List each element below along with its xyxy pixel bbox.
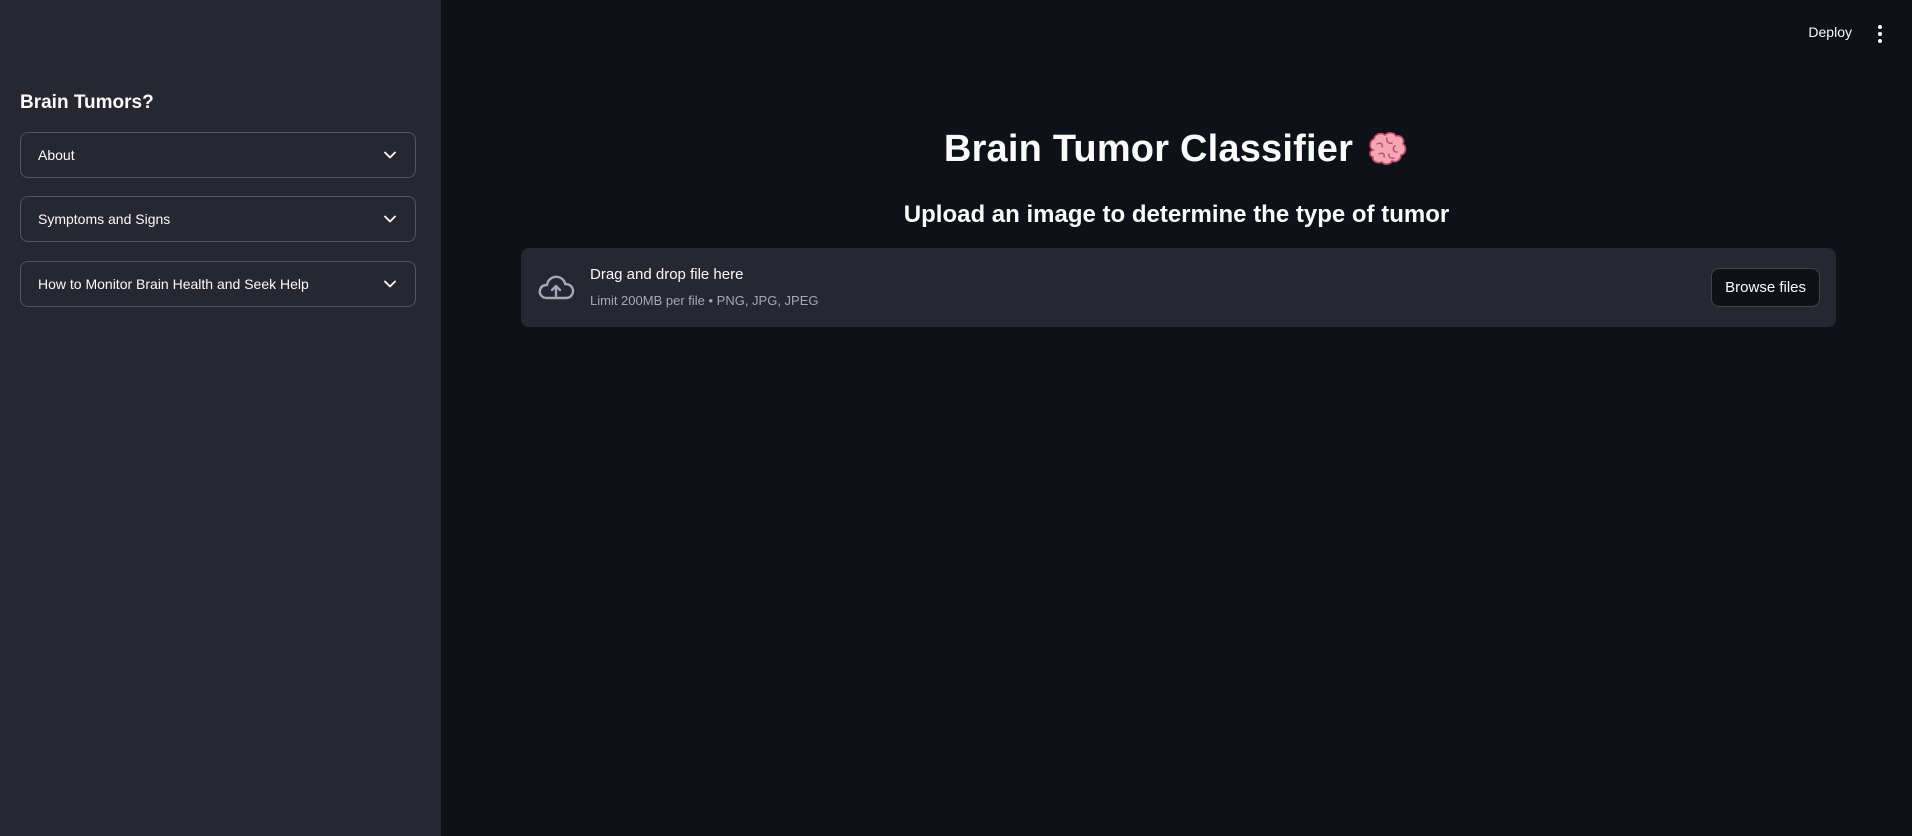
expander-label: How to Monitor Brain Health and Seek Hel… — [38, 276, 309, 292]
dropzone-title: Drag and drop file here — [590, 266, 744, 283]
expander-about[interactable]: About — [20, 132, 416, 178]
expander-monitor-brain-health[interactable]: How to Monitor Brain Health and Seek Hel… — [20, 261, 416, 307]
chevron-down-icon — [383, 148, 397, 162]
chevron-down-icon — [383, 212, 397, 226]
browse-files-button[interactable]: Browse files — [1711, 268, 1820, 307]
page-subtitle: Upload an image to determine the type of… — [903, 201, 1450, 228]
sidebar: Brain Tumors? About Symptoms and Signs H… — [0, 0, 441, 836]
expander-symptoms[interactable]: Symptoms and Signs — [20, 196, 416, 242]
kebab-menu-icon[interactable] — [1872, 24, 1888, 44]
deploy-button[interactable]: Deploy — [1808, 24, 1852, 40]
file-uploader-dropzone[interactable]: Drag and drop file here Limit 200MB per … — [521, 248, 1836, 327]
cloud-upload-icon — [538, 275, 575, 300]
main-content: Deploy Brain Tumor Classifier Upload an … — [441, 0, 1912, 836]
expander-label: Symptoms and Signs — [38, 211, 171, 227]
brain-emoji-icon — [1369, 131, 1407, 165]
expander-label: About — [38, 147, 75, 163]
sidebar-title: Brain Tumors? — [20, 92, 154, 113]
page-title-row: Brain Tumor Classifier — [441, 128, 1912, 171]
app: Brain Tumors? About Symptoms and Signs H… — [0, 0, 1912, 836]
page-title: Brain Tumor Classifier — [943, 128, 1354, 170]
chevron-down-icon — [383, 277, 397, 291]
dropzone-limit-text: Limit 200MB per file • PNG, JPG, JPEG — [590, 293, 819, 308]
